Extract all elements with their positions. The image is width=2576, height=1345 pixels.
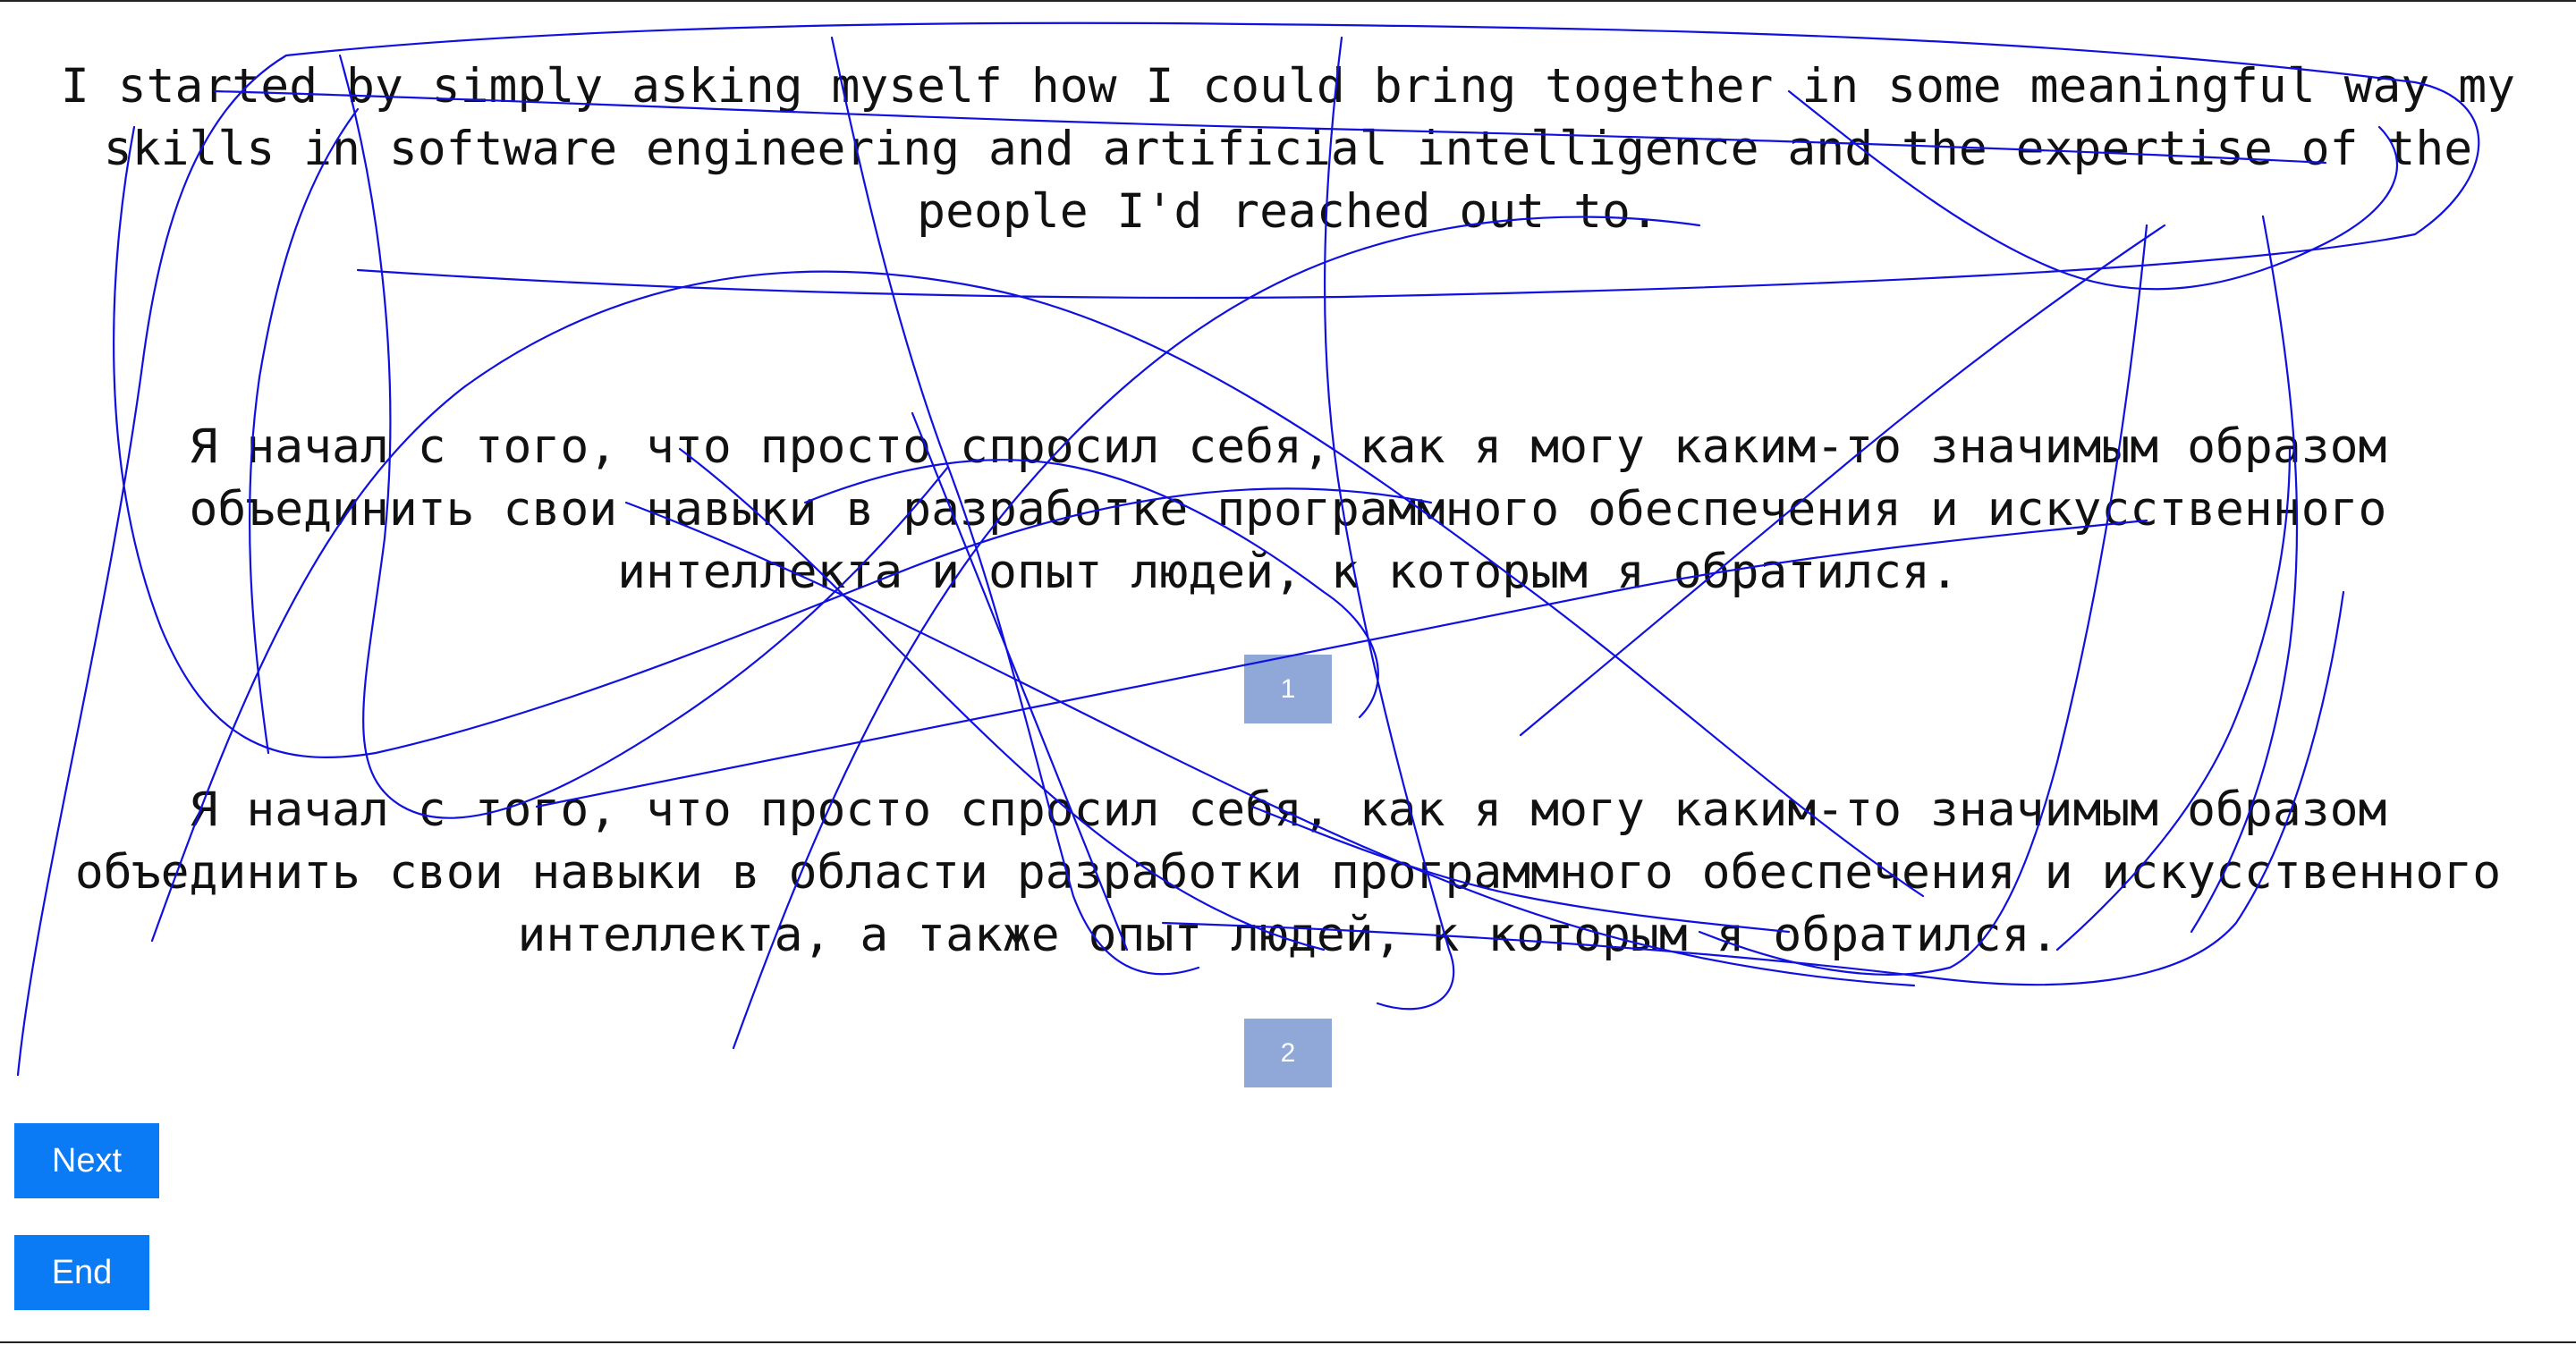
translation-option-1: Я начал с того, что просто спросил себя,… [189,419,2387,599]
next-button[interactable]: Next [14,1123,159,1198]
choose-option-1-button[interactable]: 1 [1244,655,1332,723]
end-button[interactable]: End [14,1235,149,1310]
translation-option-2: Я начал с того, что просто спросил себя,… [74,782,2502,962]
source-sentence: I started by simply asking myself how I … [60,59,2516,239]
choose-option-2-button[interactable]: 2 [1244,1019,1332,1087]
